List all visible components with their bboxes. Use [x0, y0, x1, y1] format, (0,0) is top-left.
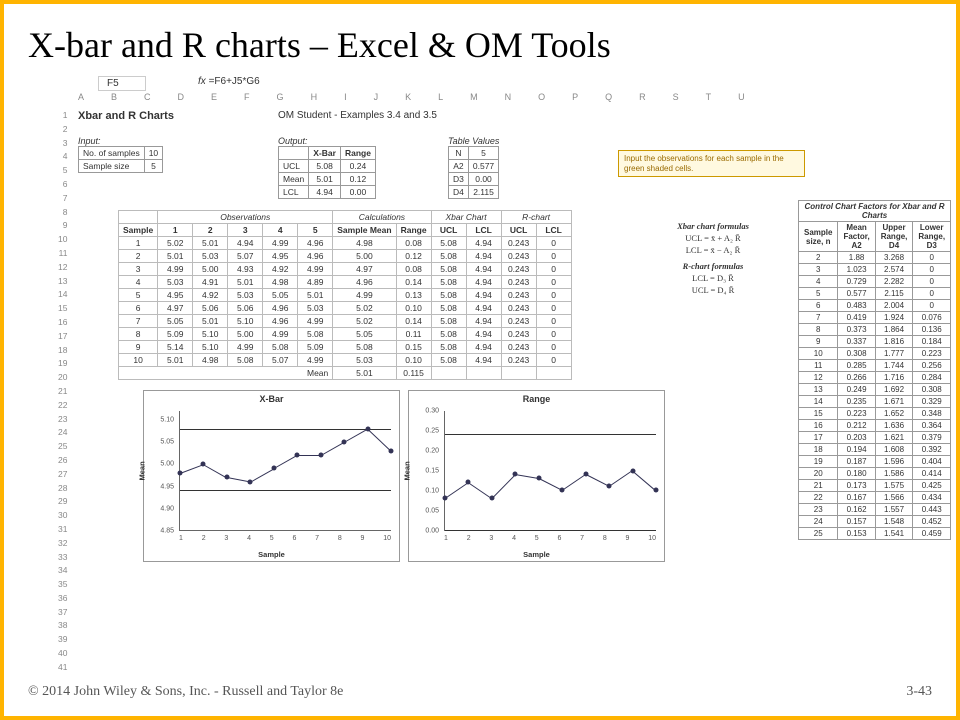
- fx-icon: fx: [198, 76, 206, 87]
- footer-page: 3-43: [906, 684, 932, 700]
- formula-bar: fx =F6+J5*G6: [198, 76, 260, 87]
- r-ucl-formula: UCL = D₄ R̄: [648, 285, 778, 295]
- output-table: X-BarRangeUCL5.080.24Mean5.010.12LCL4.94…: [278, 146, 376, 199]
- r-formula-title: R-chart formulas: [648, 261, 778, 271]
- input-table: No. of samples10Sample size5: [78, 146, 163, 173]
- instruction-note: Input the observations for each sample i…: [618, 150, 805, 177]
- formula-text: =F6+J5*G6: [209, 76, 260, 87]
- main-data-block: ObservationsCalculationsXbar ChartR-char…: [118, 210, 572, 380]
- r-lcl-formula: LCL = D₃ R̄: [648, 273, 778, 283]
- xbar-formula-title: Xbar chart formulas: [648, 221, 778, 231]
- factors-block: Control Chart Factors for Xbar and R Cha…: [798, 200, 951, 540]
- worksheet: Xbar and R Charts OM Student - Examples …: [78, 110, 948, 122]
- output-heading: Output:: [278, 136, 308, 146]
- example-label: OM Student - Examples 3.4 and 3.5: [278, 110, 437, 121]
- excel-area: F5 fx =F6+J5*G6 ABCDEFGHIJKLMNOPQRSTU 12…: [28, 76, 932, 616]
- slide: X-bar and R charts – Excel & OM Tools F5…: [0, 0, 960, 720]
- xbar-lcl-formula: LCL = x̄ − A₂ R̄: [648, 245, 778, 255]
- factors-table: Control Chart Factors for Xbar and R Cha…: [798, 200, 951, 540]
- table-values-heading: Table Values: [448, 136, 499, 146]
- input-heading: Input:: [78, 136, 101, 146]
- footer-copyright: © 2014 John Wiley & Sons, Inc. - Russell…: [28, 684, 343, 700]
- table-values-table: N5A20.577D30.00D42.115: [448, 146, 499, 199]
- xbar-chart: X-Bar4.854.904.955.005.055.1012345678910…: [143, 390, 400, 562]
- slide-title: X-bar and R charts – Excel & OM Tools: [28, 24, 932, 66]
- sheet-title: Xbar and R Charts: [78, 110, 948, 122]
- slide-footer: © 2014 John Wiley & Sons, Inc. - Russell…: [28, 684, 932, 700]
- formula-block: Xbar chart formulas UCL = x̄ + A₂ R̄ LCL…: [648, 215, 778, 297]
- range-chart: Range0.000.050.100.150.200.250.301234567…: [408, 390, 665, 562]
- column-headers: ABCDEFGHIJKLMNOPQRSTU: [78, 92, 745, 102]
- chart-pair: X-Bar4.854.904.955.005.055.1012345678910…: [143, 390, 665, 562]
- xbar-ucl-formula: UCL = x̄ + A₂ R̄: [648, 233, 778, 243]
- name-box: F5: [98, 76, 146, 91]
- main-data-table: ObservationsCalculationsXbar ChartR-char…: [118, 210, 572, 380]
- row-numbers: 1234567891011121314151617181920212223242…: [58, 110, 67, 673]
